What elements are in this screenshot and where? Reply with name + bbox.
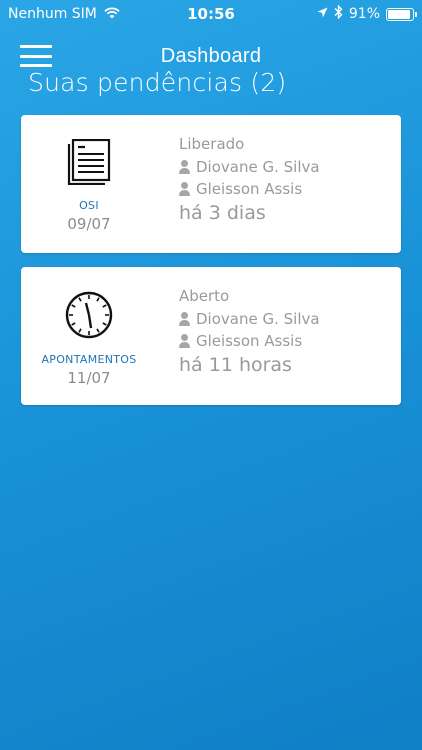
card-type: OSI <box>79 199 99 212</box>
card-details: Aberto Diovane G. Silva Gleisson Assis h… <box>157 267 401 405</box>
card-person: Gleisson Assis <box>179 332 401 350</box>
wifi-icon <box>103 6 121 23</box>
page-title: Dashboard <box>160 44 262 67</box>
document-list-icon <box>67 138 111 189</box>
hamburger-menu-icon[interactable] <box>20 45 52 67</box>
person-name: Gleisson Assis <box>196 332 303 350</box>
battery-fill <box>388 9 410 19</box>
card-elapsed: há 3 dias <box>179 202 266 224</box>
card-status: Liberado <box>179 135 245 153</box>
person-name: Diovane G. Silva <box>196 310 320 328</box>
clock-icon <box>65 291 113 343</box>
person-icon <box>179 159 190 175</box>
card-elapsed: há 11 horas <box>179 354 292 376</box>
person-icon <box>179 333 190 349</box>
person-icon <box>179 311 190 327</box>
carrier-label: Nenhum SIM <box>8 6 97 22</box>
card-person: Gleisson Assis <box>179 180 401 198</box>
card-date: 09/07 <box>67 215 111 233</box>
pending-card[interactable]: APONTAMENTOS 11/07 Aberto Diovane G. Sil… <box>21 267 401 405</box>
battery-percent: 91% <box>348 6 380 22</box>
status-left: Nenhum SIM <box>8 6 121 23</box>
card-person: Diovane G. Silva <box>179 310 401 328</box>
bluetooth-icon <box>334 4 343 23</box>
location-arrow-icon <box>317 6 328 22</box>
status-right: 91% <box>317 4 417 23</box>
card-status: Aberto <box>179 287 230 305</box>
battery-icon <box>386 7 417 21</box>
card-details: Liberado Diovane G. Silva Gleisson Assis… <box>157 115 401 253</box>
pending-card[interactable]: OSI 09/07 Liberado Diovane G. Silva Glei… <box>21 115 401 253</box>
person-name: Diovane G. Silva <box>196 158 320 176</box>
person-icon <box>179 181 190 197</box>
status-bar: Nenhum SIM 10:56 91% <box>0 0 422 28</box>
card-person: Diovane G. Silva <box>179 158 401 176</box>
card-left: APONTAMENTOS 11/07 <box>21 267 157 405</box>
card-date: 11/07 <box>67 369 111 387</box>
card-type: APONTAMENTOS <box>41 353 137 366</box>
person-name: Gleisson Assis <box>196 180 303 198</box>
pending-list: OSI 09/07 Liberado Diovane G. Silva Glei… <box>21 115 401 419</box>
card-left: OSI 09/07 <box>21 115 157 253</box>
section-title: Suas pendências (2) <box>28 68 287 97</box>
